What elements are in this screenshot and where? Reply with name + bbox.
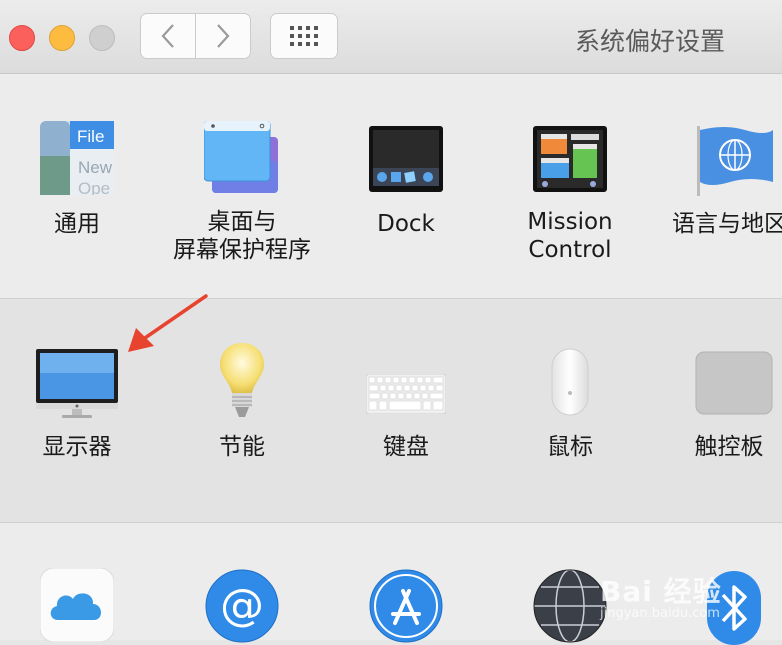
pane-label: 显示器 — [42, 434, 112, 460]
pane-label: 触控板 — [694, 434, 764, 460]
close-button[interactable] — [9, 25, 35, 51]
energy-saver-icon — [220, 343, 264, 417]
icloud-icon — [40, 568, 114, 642]
hardware-section: 显示器 节能 键盘 鼠标 触控板 — [0, 299, 782, 523]
svg-text:@: @ — [220, 580, 264, 631]
general-icon-new: New — [78, 158, 113, 177]
pane-general[interactable]: File New Ope 通用 — [0, 74, 159, 299]
language-region-icon — [697, 126, 773, 196]
pane-app-store[interactable] — [324, 523, 488, 643]
pane-desktop-screensaver[interactable]: 桌面与 屏幕保护程序 — [160, 74, 324, 299]
general-icon-file: File — [77, 127, 104, 146]
trackpad-icon — [695, 351, 773, 415]
pane-label: 键盘 — [383, 434, 429, 460]
network-icon — [533, 569, 607, 643]
pane-internet-accounts[interactable]: @ — [160, 523, 324, 643]
internet-accounts-icon: @ — [205, 569, 279, 643]
pane-keyboard[interactable]: 键盘 — [324, 299, 488, 523]
pane-dock[interactable]: Dock — [324, 74, 488, 299]
pane-label: 通用 — [54, 211, 100, 237]
chevron-left-icon — [161, 24, 174, 48]
general-icon: File New Ope — [40, 121, 114, 195]
minimize-button[interactable] — [49, 25, 75, 51]
pane-label: 鼠标 — [547, 434, 593, 460]
show-all-button[interactable] — [270, 13, 338, 59]
display-icon — [36, 349, 118, 418]
desktop-screensaver-icon — [204, 121, 278, 193]
red-arrow-icon — [128, 294, 208, 352]
dock-icon — [369, 126, 443, 192]
grid-icon — [290, 26, 318, 46]
mission-control-icon — [533, 126, 607, 192]
pane-mouse[interactable]: 鼠标 — [488, 299, 652, 523]
window-title: 系统偏好设置 — [574, 27, 725, 56]
general-icon-open: Ope — [78, 179, 110, 195]
pane-mission-control[interactable]: Mission Control — [488, 74, 652, 299]
pane-label: 桌面与 屏幕保护程序 — [173, 209, 311, 263]
personal-section: File New Ope 通用 桌面与 屏幕保护程序 Dock Mission … — [0, 74, 782, 299]
watermark: Bai 经验 — [600, 575, 722, 608]
keyboard-icon — [366, 374, 446, 414]
back-button[interactable] — [140, 13, 196, 59]
pane-label: 节能 — [219, 434, 265, 460]
chevron-right-icon — [217, 24, 230, 48]
zoom-button[interactable] — [89, 25, 115, 51]
forward-button[interactable] — [196, 13, 251, 59]
pane-trackpad[interactable]: 触控板 — [652, 299, 782, 523]
pane-label: 语言与地区 — [672, 211, 782, 237]
mouse-icon — [551, 348, 589, 416]
pane-language-region[interactable]: 语言与地区 — [652, 74, 782, 299]
title-bar: 系统偏好设置 — [0, 0, 782, 74]
watermark-url: jingyan.baidu.com — [600, 606, 720, 621]
app-store-icon — [369, 569, 443, 643]
pane-label: Mission Control — [527, 209, 613, 263]
pane-icloud[interactable] — [0, 523, 159, 642]
pane-label: Dock — [377, 211, 435, 237]
